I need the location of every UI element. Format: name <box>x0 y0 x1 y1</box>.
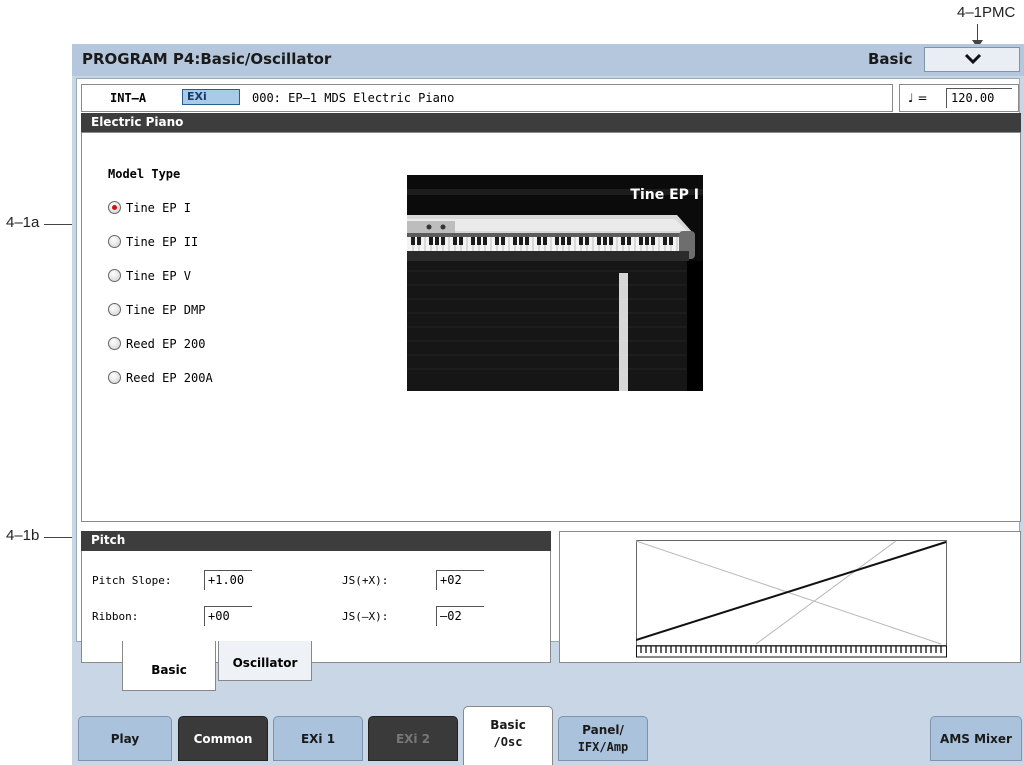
tab-play-label: Play <box>110 732 140 746</box>
model-radio-label: Reed EP 200 <box>126 337 206 351</box>
model-radio-label: Tine EP DMP <box>126 303 206 317</box>
js-plus-x-field[interactable]: +02 <box>436 570 484 590</box>
pitch-slope-label: Pitch Slope: <box>92 574 172 587</box>
ribbon-field[interactable]: +00 <box>204 606 252 626</box>
exi-badge: EXi <box>182 89 240 105</box>
radio-icon <box>108 337 121 350</box>
tab-ams-mixer[interactable]: AMS Mixer <box>930 716 1022 761</box>
ribbon-label: Ribbon: <box>92 610 139 623</box>
radio-icon <box>108 371 121 384</box>
graph-keyboard-keys <box>640 646 942 653</box>
model-type-label: Model Type <box>108 167 181 181</box>
callout-line-a <box>44 224 72 225</box>
page-title: PROGRAM P4:Basic/Oscillator <box>82 50 332 68</box>
tab-exi2[interactable]: EXi 2 <box>368 716 458 761</box>
pitch-header: Pitch <box>81 531 551 551</box>
chevron-down-icon <box>964 53 982 65</box>
model-radio-label: Tine EP II <box>126 235 199 249</box>
radio-icon <box>108 235 121 248</box>
tempo-box: ♩ = 120.00 <box>899 84 1019 112</box>
image-caption: Tine EP I <box>630 187 699 203</box>
tab-common-label: Common <box>193 732 253 746</box>
js-plus-x-label: JS(+X): <box>342 574 389 587</box>
electric-piano-section: Model Type Tine EP I Tine EP II Tine EP … <box>81 132 1021 522</box>
model-radio-label: Reed EP 200A <box>126 371 213 385</box>
model-radio-label: Tine EP V <box>126 269 192 283</box>
bank-label: INT–A <box>110 91 147 105</box>
tab-ams-mixer-label: AMS Mixer <box>940 732 1012 746</box>
model-radio-label: Tine EP I <box>126 201 192 215</box>
radio-icon <box>108 303 121 316</box>
page-select-label: Basic <box>868 50 913 68</box>
subtab-basic-label: Basic <box>151 663 187 677</box>
tab-exi2-label: EXi 2 <box>395 732 431 746</box>
tab-basic-osc[interactable]: Basic /Osc <box>463 706 553 765</box>
electric-piano-header: Electric Piano <box>81 113 1021 133</box>
program-name: 000: EP–1 MDS Electric Piano <box>252 91 455 105</box>
callout-4-1a: 4–1a <box>6 214 40 231</box>
radio-icon <box>108 269 121 282</box>
display-screen: PROGRAM P4:Basic/Oscillator Basic INT–A … <box>72 44 1024 765</box>
main-panel: INT–A EXi 000: EP–1 MDS Electric Piano ♩… <box>76 78 1021 663</box>
pitch-slope-field[interactable]: +1.00 <box>204 570 252 590</box>
tab-common[interactable]: Common <box>178 716 268 761</box>
js-minus-x-label: JS(–X): <box>342 610 389 623</box>
pitch-slope-graph <box>559 531 1021 663</box>
tab-panel-line1: Panel/ <box>582 723 624 737</box>
subtab-basic[interactable]: Basic <box>122 641 216 691</box>
tab-play[interactable]: Play <box>78 716 172 761</box>
tempo-symbol: ♩ = <box>908 91 928 105</box>
radio-selected-icon <box>108 201 121 214</box>
program-select-bar[interactable]: INT–A EXi 000: EP–1 MDS Electric Piano <box>81 84 893 112</box>
subtab-oscillator-label: Oscillator <box>232 656 298 670</box>
callout-line-b <box>44 537 72 538</box>
tab-panel-ifx-amp[interactable]: Panel/ IFX/Amp <box>558 716 648 761</box>
callout-4-1b: 4–1b <box>6 527 40 544</box>
tab-panel-line2: IFX/Amp <box>577 740 629 754</box>
page-select-button[interactable] <box>924 47 1020 72</box>
electric-piano-image: Tine EP I <box>407 175 703 391</box>
tab-exi1[interactable]: EXi 1 <box>273 716 363 761</box>
callout-4-1pmc: 4–1PMC <box>957 4 1016 21</box>
tab-basic-osc-line2: /Osc <box>493 735 523 749</box>
title-bar: PROGRAM P4:Basic/Oscillator Basic <box>72 44 1024 76</box>
tab-exi1-label: EXi 1 <box>300 732 336 746</box>
pitch-graph-svg <box>636 540 947 658</box>
subtab-oscillator[interactable]: Oscillator <box>218 641 312 681</box>
tab-basic-osc-line1: Basic <box>490 718 526 732</box>
tempo-field[interactable]: 120.00 <box>946 88 1012 108</box>
js-minus-x-field[interactable]: –02 <box>436 606 484 626</box>
